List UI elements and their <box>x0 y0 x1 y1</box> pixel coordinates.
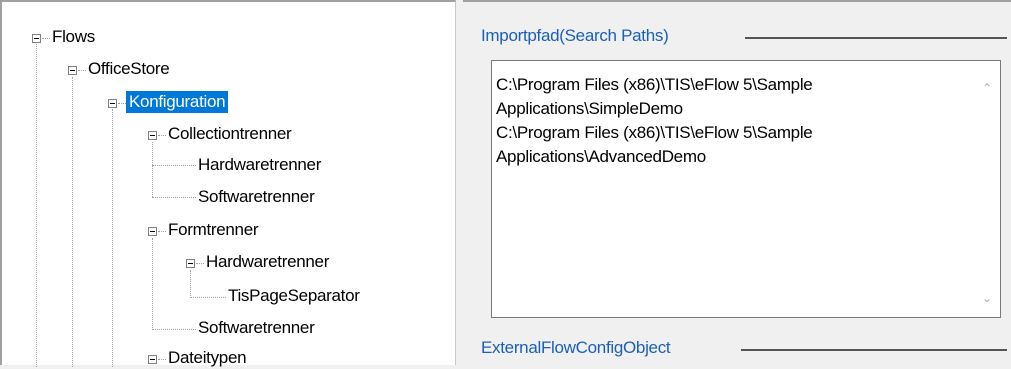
tree-item-officestore[interactable]: OfficeStore <box>85 58 172 80</box>
collapse-flows-icon[interactable] <box>32 34 41 43</box>
collapse-dateitypen-icon[interactable] <box>148 355 157 364</box>
collapse-konfiguration-icon[interactable] <box>108 99 117 108</box>
tree-line <box>152 197 196 198</box>
tree-item-softwaretrenner[interactable]: Softwaretrenner <box>195 186 317 208</box>
search-path-line: Applications\AdvancedDemo <box>496 147 706 166</box>
tree-line <box>152 165 196 166</box>
tree-item-formtrenner[interactable]: Formtrenner <box>165 219 261 241</box>
splitter[interactable] <box>456 0 463 365</box>
tree-view[interactable]: Flows OfficeStore Konfiguration Collecti… <box>0 0 456 367</box>
tree-item-tispageseparator[interactable]: TisPageSeparator <box>225 285 363 307</box>
search-paths-legend: Importpfad(Search Paths) <box>481 26 669 45</box>
tree-item-softwaretrenner[interactable]: Softwaretrenner <box>195 317 317 339</box>
external-flow-config-legend: ExternalFlowConfigObject <box>481 338 671 357</box>
search-path-line: Applications\SimpleDemo <box>496 99 683 118</box>
tree-line <box>152 142 153 197</box>
tree-item-hardwaretrenner[interactable]: Hardwaretrenner <box>203 251 332 273</box>
tree-item-flows[interactable]: Flows <box>49 26 98 48</box>
tree-line <box>190 297 226 298</box>
search-path-line: C:\Program Files (x86)\TIS\eFlow 5\Sampl… <box>496 123 813 142</box>
tree-line <box>118 103 126 104</box>
collapse-officestore-icon[interactable] <box>68 66 77 75</box>
tree-item-dateitypen[interactable]: Dateitypen <box>165 347 249 369</box>
property-panel: Importpfad(Search Paths) C:\Program File… <box>463 0 1011 365</box>
tree-line <box>112 142 113 367</box>
tree-item-collectiontrenner[interactable]: Collectiontrenner <box>165 123 294 145</box>
group-divider <box>745 37 1007 39</box>
collapse-formtrenner-icon[interactable] <box>148 227 157 236</box>
tree-line <box>152 329 196 330</box>
tree-item-hardwaretrenner[interactable]: Hardwaretrenner <box>195 154 324 176</box>
collapse-collectiontrenner-icon[interactable] <box>148 131 157 140</box>
tree-item-konfiguration[interactable]: Konfiguration <box>126 91 229 113</box>
search-path-line: C:\Program Files (x86)\TIS\eFlow 5\Sampl… <box>496 75 813 94</box>
tree-line <box>152 238 153 330</box>
group-divider <box>741 349 1007 351</box>
tree-line <box>36 44 37 367</box>
tree-line <box>190 270 191 298</box>
collapse-hardwaretrenner-icon[interactable] <box>186 259 195 268</box>
tree-line <box>72 77 73 367</box>
search-paths-textbox[interactable]: C:\Program Files (x86)\TIS\eFlow 5\Sampl… <box>491 60 1001 318</box>
chevron-down-icon[interactable]: ⌄ <box>982 291 992 305</box>
chevron-up-icon[interactable]: ⌃ <box>982 81 992 95</box>
